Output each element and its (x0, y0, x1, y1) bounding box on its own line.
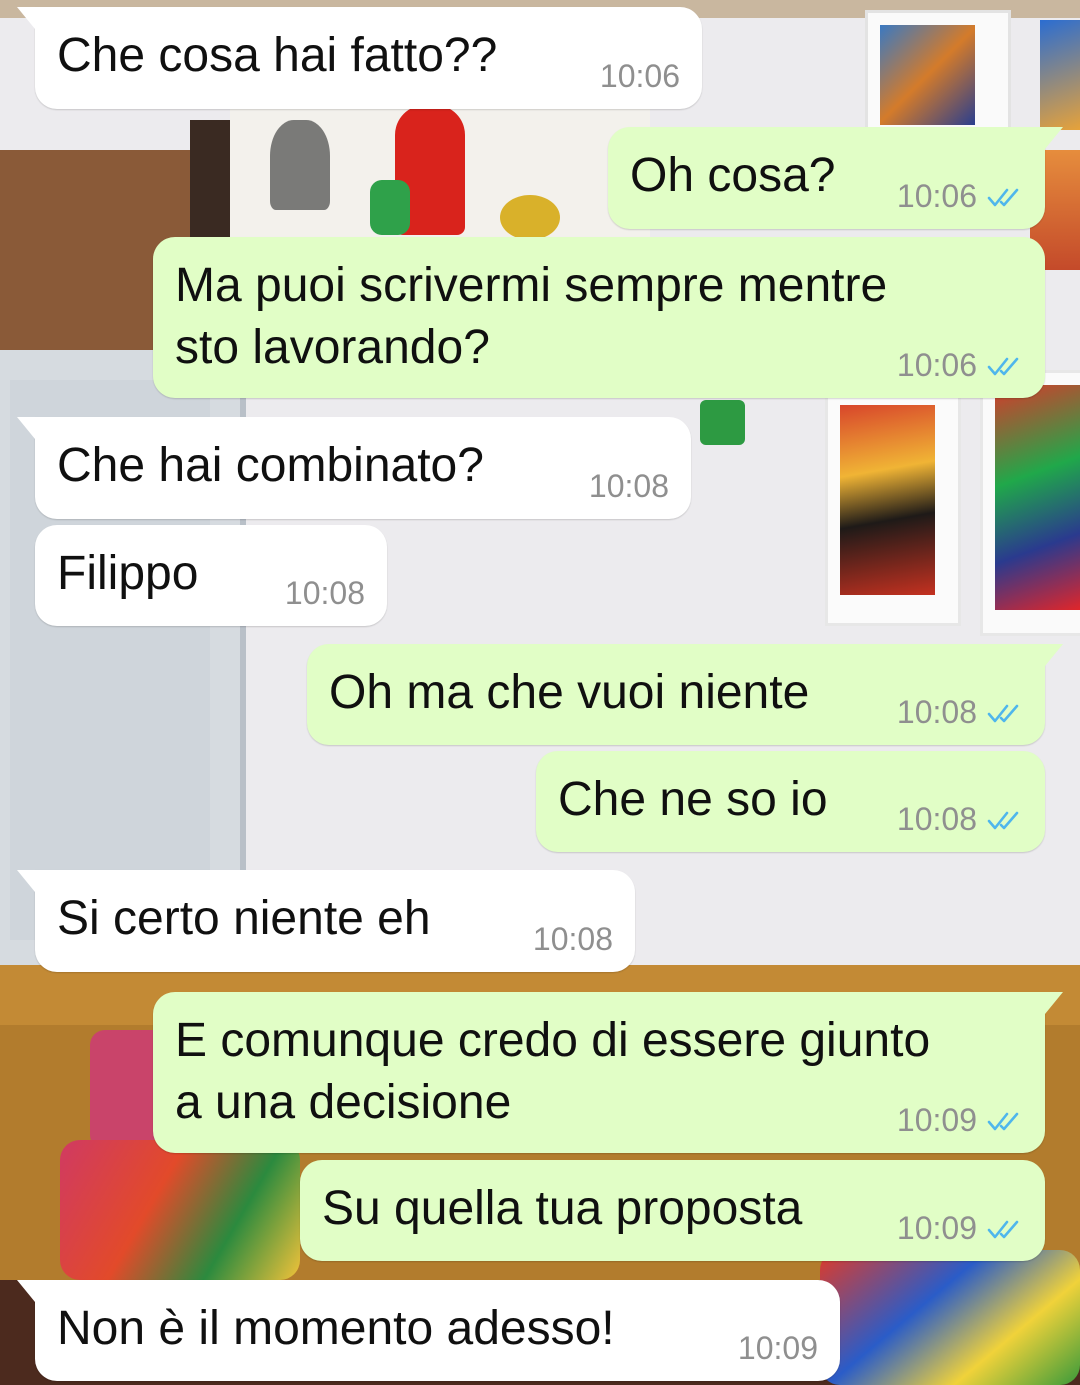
message-meta: 10:08 (285, 575, 365, 612)
message-text: Su quella tua proposta (322, 1182, 803, 1235)
read-ticks-icon (987, 357, 1019, 375)
message-time: 10:09 (896, 1210, 977, 1246)
message-meta: 10:09 (738, 1330, 818, 1367)
message-time: 10:08 (896, 694, 977, 730)
bubble-tail (17, 1280, 35, 1302)
bubble-tail (1045, 644, 1063, 666)
message-text: E comunque credo di essere giunto a una … (175, 1014, 931, 1129)
message-time: 10:06 (896, 178, 977, 214)
message-time: 10:08 (588, 468, 669, 504)
message-text: Che hai combinato? (57, 439, 484, 492)
message-text: Oh ma che vuoi niente (329, 666, 810, 719)
message-text: Oh cosa? (630, 149, 836, 202)
message-bubble-outgoing[interactable]: Su quella tua proposta 10:09 (300, 1160, 1045, 1261)
read-ticks-icon (987, 188, 1019, 206)
message-time: 10:08 (896, 801, 977, 837)
message-time: 10:08 (532, 921, 613, 957)
bubble-tail (17, 870, 35, 892)
message-time: 10:06 (896, 347, 977, 383)
bubble-tail (1045, 992, 1063, 1014)
message-time: 10:08 (284, 575, 365, 611)
message-meta: 10:08 (533, 921, 613, 958)
message-meta: 10:08 (897, 801, 1023, 838)
message-text: Che ne so io (558, 773, 828, 826)
message-text: Filippo (57, 547, 199, 600)
message-meta: 10:09 (897, 1102, 1023, 1139)
read-ticks-icon (987, 704, 1019, 722)
message-bubble-outgoing[interactable]: E comunque credo di essere giunto a una … (153, 992, 1063, 1153)
message-bubble-outgoing[interactable]: Che ne so io 10:08 (536, 751, 1045, 852)
message-meta: 10:06 (897, 347, 1023, 384)
message-time: 10:09 (896, 1102, 977, 1138)
message-bubble-incoming[interactable]: Che hai combinato? 10:08 (17, 417, 691, 519)
message-text: Che cosa hai fatto?? (57, 29, 498, 82)
message-bubble-incoming[interactable]: Che cosa hai fatto?? 10:06 (17, 7, 702, 109)
bubble-tail (1045, 127, 1063, 149)
message-meta: 10:09 (897, 1210, 1023, 1247)
read-ticks-icon (987, 1112, 1019, 1130)
message-meta: 10:08 (897, 694, 1023, 731)
message-meta: 10:08 (589, 468, 669, 505)
bubble-tail (17, 417, 35, 439)
message-text: Non è il momento adesso! (57, 1302, 615, 1355)
message-bubble-outgoing[interactable]: Ma puoi scrivermi sempre mentre sto lavo… (153, 237, 1045, 398)
message-text: Si certo niente eh (57, 892, 431, 945)
message-text: Ma puoi scrivermi sempre mentre sto lavo… (175, 259, 888, 374)
message-bubble-outgoing[interactable]: Oh ma che vuoi niente 10:08 (307, 644, 1063, 745)
message-bubble-outgoing[interactable]: Oh cosa? 10:06 (608, 127, 1063, 229)
message-list[interactable]: Che cosa hai fatto?? 10:06 Oh cosa? 10:0… (0, 0, 1080, 1385)
read-ticks-icon (987, 811, 1019, 829)
read-ticks-icon (987, 1220, 1019, 1238)
message-meta: 10:06 (600, 58, 680, 95)
message-bubble-incoming[interactable]: Si certo niente eh 10:08 (17, 870, 635, 972)
message-meta: 10:06 (897, 178, 1023, 215)
bubble-tail (17, 7, 35, 29)
message-bubble-incoming[interactable]: Filippo 10:08 (35, 525, 387, 626)
message-bubble-incoming[interactable]: Non è il momento adesso! 10:09 (17, 1280, 840, 1381)
message-time: 10:06 (599, 58, 680, 94)
message-time: 10:09 (737, 1330, 818, 1366)
